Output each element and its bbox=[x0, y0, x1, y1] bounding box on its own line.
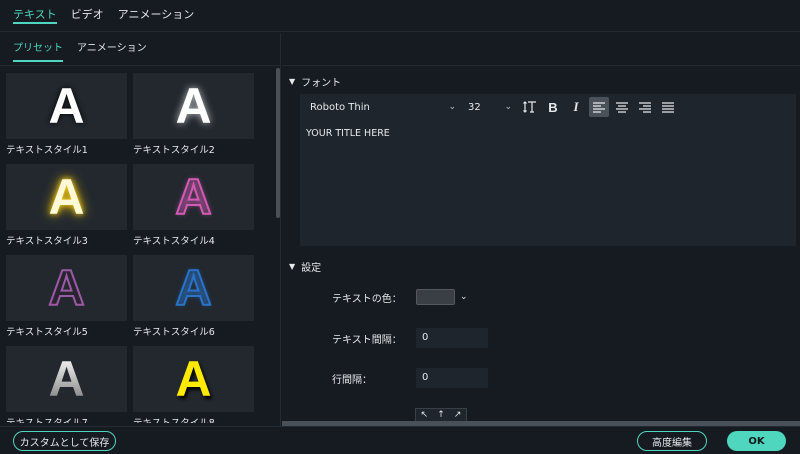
bold-icon: B bbox=[548, 99, 558, 115]
top-tab-bar: テキスト ビデオ アニメーション bbox=[0, 0, 800, 32]
properties-panel: ▼ フォント Roboto Thin ⌄ 32 ⌄ B I YOUR TITLE… bbox=[282, 33, 800, 426]
font-section-header[interactable]: ▼ フォント bbox=[289, 74, 341, 89]
text-color-swatch[interactable] bbox=[416, 289, 455, 305]
preset-glyph: A bbox=[48, 78, 85, 134]
font-family-value: Roboto Thin bbox=[310, 101, 370, 113]
text-spacing-row: テキスト間隔： 0 bbox=[332, 328, 488, 348]
tab-text[interactable]: テキスト bbox=[13, 0, 57, 32]
preset-tile[interactable]: A テキストスタイル4 bbox=[133, 164, 254, 247]
preset-label: テキストスタイル1 bbox=[6, 145, 88, 156]
arrow-up-right-icon[interactable]: ↗ bbox=[454, 410, 462, 420]
preset-thumbnail[interactable]: A bbox=[6, 73, 127, 139]
align-center-icon bbox=[616, 101, 628, 113]
chevron-down-icon[interactable]: ⌄ bbox=[460, 292, 468, 302]
preset-glyph: A bbox=[48, 169, 85, 225]
format-toolbar: Roboto Thin ⌄ 32 ⌄ B I bbox=[300, 94, 796, 120]
align-left-button[interactable] bbox=[589, 97, 609, 117]
preset-tile[interactable]: A テキストスタイル2 bbox=[133, 73, 254, 156]
position-selector: ↖ ↑ ↗ bbox=[415, 408, 467, 422]
preset-thumbnail[interactable]: A bbox=[6, 346, 127, 412]
preset-tile[interactable]: A テキストスタイル3 bbox=[6, 164, 127, 247]
settings-section-title: 設定 bbox=[301, 263, 322, 274]
tab-video[interactable]: ビデオ bbox=[71, 0, 104, 32]
font-family-select[interactable]: Roboto Thin ⌄ bbox=[310, 102, 456, 113]
align-justify-icon bbox=[662, 101, 674, 113]
text-height-icon bbox=[523, 101, 536, 113]
line-spacing-label: 行間隔： bbox=[332, 374, 372, 386]
preset-glyph: A bbox=[48, 351, 85, 407]
preset-tile[interactable]: A テキストスタイル6 bbox=[133, 255, 254, 338]
preset-tile[interactable]: A テキストスタイル5 bbox=[6, 255, 127, 338]
line-spacing-row: 行間隔： 0 bbox=[332, 368, 488, 388]
ok-button[interactable]: OK bbox=[727, 431, 786, 451]
tab-animation[interactable]: アニメーション bbox=[118, 0, 195, 32]
preset-glyph: A bbox=[175, 351, 212, 407]
preset-label: テキストスタイル5 bbox=[6, 327, 88, 338]
preset-thumbnail[interactable]: A bbox=[133, 73, 254, 139]
chevron-down-icon: ⌄ bbox=[448, 102, 456, 112]
advanced-edit-button[interactable]: 高度編集 bbox=[637, 431, 707, 451]
preset-label: テキストスタイル8 bbox=[133, 415, 254, 423]
italic-button[interactable]: I bbox=[566, 97, 586, 117]
preset-thumbnail[interactable]: A bbox=[6, 255, 127, 321]
preset-tile[interactable]: A テキストスタイル7 bbox=[6, 346, 127, 423]
preset-thumbnail[interactable]: A bbox=[133, 255, 254, 321]
preset-grid: A テキストスタイル1 A テキストスタイル2 A テキストスタイル3 A テキ… bbox=[6, 73, 266, 423]
preset-thumbnail[interactable]: A bbox=[6, 164, 127, 230]
text-color-label: テキストの色： bbox=[332, 293, 402, 305]
preset-scrollbar[interactable] bbox=[276, 68, 280, 218]
align-left-icon bbox=[593, 101, 605, 113]
text-spacing-input[interactable]: 0 bbox=[416, 328, 488, 348]
arrow-up-left-icon[interactable]: ↖ bbox=[421, 410, 429, 420]
save-as-custom-button[interactable]: カスタムとして保存 bbox=[13, 431, 116, 451]
preset-label: テキストスタイル4 bbox=[133, 236, 215, 247]
line-spacing-input[interactable]: 0 bbox=[416, 368, 488, 388]
chevron-down-icon: ⌄ bbox=[504, 102, 512, 112]
preset-glyph: A bbox=[47, 260, 85, 316]
preset-label: テキストスタイル7 bbox=[6, 415, 127, 423]
bold-button[interactable]: B bbox=[543, 97, 563, 117]
collapse-caret-icon: ▼ bbox=[289, 77, 296, 86]
preset-glyph: A bbox=[175, 78, 212, 134]
text-height-button[interactable] bbox=[520, 97, 540, 117]
settings-section-header[interactable]: ▼ 設定 bbox=[289, 259, 321, 274]
preset-thumbnail[interactable]: A bbox=[133, 164, 254, 230]
collapse-caret-icon: ▼ bbox=[289, 262, 296, 271]
align-right-icon bbox=[639, 101, 651, 113]
align-center-button[interactable] bbox=[612, 97, 632, 117]
preset-tile[interactable]: A テキストスタイル1 bbox=[6, 73, 127, 156]
properties-header bbox=[282, 33, 800, 66]
align-right-button[interactable] bbox=[635, 97, 655, 117]
preset-label: テキストスタイル6 bbox=[133, 327, 215, 338]
italic-icon: I bbox=[573, 99, 579, 114]
text-editor: Roboto Thin ⌄ 32 ⌄ B I YOUR TITLE HERE bbox=[300, 94, 796, 246]
font-size-select[interactable]: 32 ⌄ bbox=[468, 102, 512, 113]
title-text-input[interactable]: YOUR TITLE HERE bbox=[300, 120, 796, 147]
subtab-presets[interactable]: プリセット bbox=[13, 33, 63, 66]
preset-panel: プリセット アニメーション A テキストスタイル1 A テキストスタイル2 A … bbox=[0, 33, 281, 426]
align-justify-button[interactable] bbox=[658, 97, 678, 117]
preset-glyph: A bbox=[174, 260, 212, 316]
subtab-animation[interactable]: アニメーション bbox=[77, 33, 147, 66]
preset-thumbnail[interactable]: A bbox=[133, 346, 254, 412]
text-color-row: テキストの色： ⌄ bbox=[332, 289, 468, 305]
preset-label: テキストスタイル3 bbox=[6, 236, 88, 247]
arrow-up-icon[interactable]: ↑ bbox=[437, 410, 445, 420]
footer-bar: カスタムとして保存 高度編集 OK bbox=[0, 426, 800, 454]
font-size-value: 32 bbox=[468, 101, 481, 113]
font-section-title: フォント bbox=[301, 78, 342, 89]
preset-tile[interactable]: A テキストスタイル8 bbox=[133, 346, 254, 423]
sub-tab-bar: プリセット アニメーション bbox=[0, 33, 280, 66]
preset-label: テキストスタイル2 bbox=[133, 145, 215, 156]
text-spacing-label: テキスト間隔： bbox=[332, 334, 402, 346]
preset-glyph: A bbox=[174, 169, 212, 225]
